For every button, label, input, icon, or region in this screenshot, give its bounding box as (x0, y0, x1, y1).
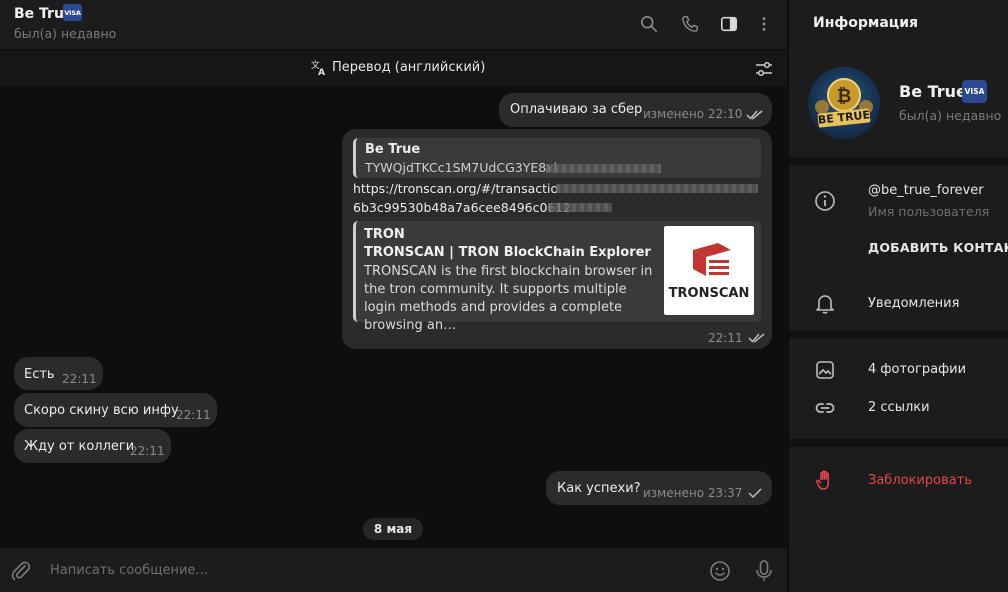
links-link[interactable]: 2 ссылки (868, 400, 930, 415)
bitcoin-avatar-icon: ₿ (815, 78, 873, 128)
bell-icon (816, 295, 834, 314)
preview-logo: TRONSCAN (664, 226, 754, 315)
redacted-text (546, 164, 661, 173)
link-text-line1[interactable]: https://tronscan.org/#/transactio (353, 181, 558, 196)
message-time: изменено 22:10 (643, 107, 743, 121)
translate-settings-icon[interactable] (754, 59, 774, 79)
chat-header[interactable]: Be True VISA был(а) недавно (0, 0, 787, 50)
phone-icon[interactable] (679, 13, 701, 35)
divider (789, 330, 1008, 338)
search-icon[interactable] (638, 13, 660, 35)
message-text: Есть (24, 367, 55, 382)
message-incoming[interactable]: Скоро скину всю инфу 22:11 (14, 393, 217, 427)
translate-bar[interactable]: 文 A Перевод (английский) (0, 51, 787, 87)
message-input[interactable]: Написать сообщение... (50, 563, 208, 578)
message-time: 22:11 (708, 331, 743, 345)
read-check-icon (748, 333, 765, 343)
quote-text: TYWQjdTKCc1SM7UdCG3YE8xi (365, 160, 558, 175)
emoji-icon[interactable] (709, 560, 731, 582)
message-text: Скоро скину всю инфу (24, 403, 179, 418)
link-text-line2[interactable]: 6b3c99530b48a7a6cee8496c0612 (353, 200, 571, 215)
message-outgoing-link[interactable]: Be True TYWQjdTKCc1SM7UdCG3YE8xi https:/… (342, 129, 772, 349)
message-text: Жду от коллеги (24, 439, 135, 454)
info-name: Be True (899, 82, 967, 101)
quote-author: Be True (365, 142, 421, 157)
sent-check-icon (748, 488, 762, 499)
message-outgoing[interactable]: Оплачиваю за сбер изменено 22:10 (499, 93, 772, 127)
message-time: 22:11 (62, 372, 97, 386)
message-text: Как успехи? (557, 481, 641, 496)
tronscan-logo-icon (693, 243, 731, 276)
svg-text:A: A (318, 68, 325, 77)
redacted-link (548, 203, 612, 212)
date-separator: 8 мая (363, 518, 423, 540)
block-button[interactable]: Заблокировать (868, 473, 972, 488)
divider (789, 439, 1008, 447)
translate-icon: 文 A (311, 59, 325, 77)
message-time: 22:11 (130, 444, 165, 458)
link-preview[interactable]: TRON TRONSCAN | TRON BlockChain Explorer… (353, 221, 761, 333)
info-title: Информация (813, 15, 918, 31)
attach-icon[interactable] (10, 560, 32, 582)
username-label: Имя пользователя (868, 204, 990, 219)
preview-logo-text: TRONSCAN (668, 286, 750, 301)
info-panel: Информация ₿ BE TRUE Be True VISA был(а)… (788, 0, 1008, 592)
message-incoming[interactable]: Жду от коллеги 22:11 (14, 429, 171, 463)
message-composer[interactable]: Написать сообщение... (0, 548, 787, 592)
message-time: 22:11 (176, 408, 211, 422)
svg-text:₿: ₿ (837, 86, 852, 107)
info-status: был(а) недавно (899, 108, 1002, 123)
preview-description: TRONSCAN is the first blockchain browser… (364, 264, 653, 333)
divider (789, 157, 1008, 165)
message-outgoing[interactable]: Как успехи? изменено 23:37 (546, 471, 772, 505)
sidebar-toggle-icon[interactable] (718, 13, 740, 35)
read-check-icon (746, 110, 763, 120)
translate-label[interactable]: Перевод (английский) (332, 60, 485, 75)
more-vert-icon[interactable] (753, 13, 775, 35)
photo-icon (816, 361, 834, 379)
hand-block-icon (816, 470, 829, 490)
username[interactable]: @be_true_forever (868, 183, 984, 198)
add-contact-button[interactable]: ДОБАВИТЬ КОНТАКТ (868, 240, 1008, 255)
message-text: Оплачиваю за сбер (510, 102, 643, 117)
redacted-link (556, 184, 758, 193)
chat-panel: Be True VISA был(а) недавно 文 A Перевод … (0, 0, 787, 592)
chat-status: был(а) недавно (14, 26, 117, 41)
preview-site: TRON (364, 227, 405, 242)
mic-icon[interactable] (753, 559, 775, 583)
preview-title: TRONSCAN | TRON BlockChain Explorer (364, 245, 651, 260)
photos-link[interactable]: 4 фотографии (868, 362, 966, 377)
notifications-toggle[interactable]: Уведомления (868, 296, 959, 311)
info-icon (815, 191, 835, 211)
visa-badge: VISA (63, 4, 82, 21)
reply-quote[interactable]: Be True TYWQjdTKCc1SM7UdCG3YE8xi (353, 138, 761, 178)
visa-badge: VISA (962, 80, 987, 103)
link-icon (815, 403, 835, 413)
message-time: изменено 23:37 (643, 486, 743, 500)
message-incoming[interactable]: Есть 22:11 (14, 357, 103, 390)
avatar[interactable]: ₿ BE TRUE (808, 67, 880, 139)
